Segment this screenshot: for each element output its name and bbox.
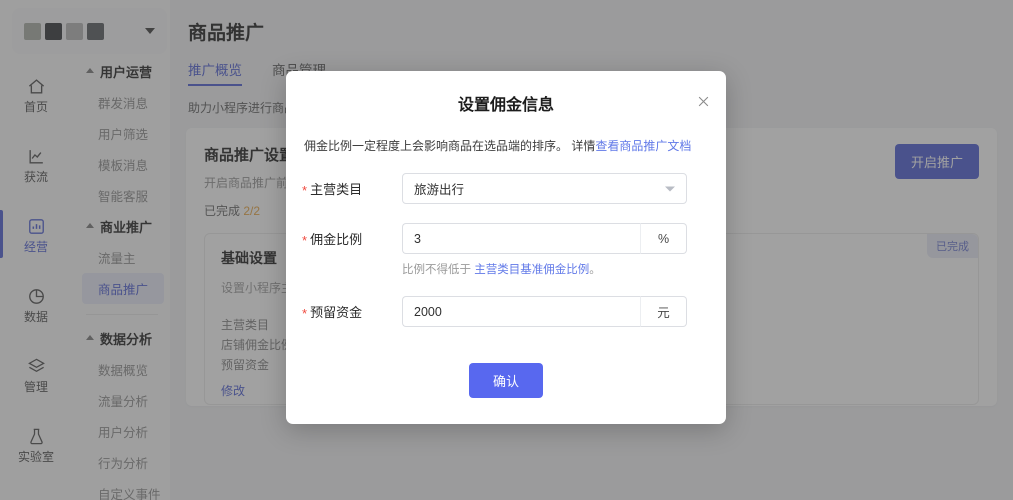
field-label-main-category: * 主营类目: [302, 179, 402, 198]
hint-prefix: 比例不得低于: [402, 264, 475, 276]
commission-rate-hint: 比例不得低于 主营类目基准佣金比例。: [402, 261, 726, 277]
dialog-footer: 确认: [286, 363, 726, 398]
required-star-icon: *: [302, 182, 308, 198]
required-star-icon: *: [302, 232, 308, 248]
hint-suffix: 。: [589, 264, 601, 276]
reserved-funds-input[interactable]: 2000: [402, 296, 640, 327]
commission-settings-dialog: 设置佣金信息 佣金比例一定程度上会影响商品在选品端的排序。 详情查看商品推广文档…: [286, 71, 726, 424]
field-label-commission-rate: * 佣金比例: [302, 229, 402, 248]
field-control-main-category: 旅游出行: [402, 173, 687, 204]
dialog-note: 佣金比例一定程度上会影响商品在选品端的排序。 详情查看商品推广文档: [304, 137, 726, 154]
field-label-text: 预留资金: [310, 305, 363, 320]
commission-rate-input[interactable]: 3: [402, 223, 640, 254]
field-label-text: 主营类目: [310, 182, 363, 197]
field-control-commission-rate: 3 %: [402, 223, 687, 254]
required-star-icon: *: [302, 305, 308, 321]
field-row-main-category: * 主营类目 旅游出行: [302, 173, 726, 204]
doc-link[interactable]: 查看商品推广文档: [595, 139, 691, 153]
field-control-reserved-funds: 2000 元: [402, 296, 687, 327]
dialog-note-text: 佣金比例一定程度上会影响商品在选品端的排序。 详情: [304, 139, 596, 153]
dialog-title: 设置佣金信息: [457, 97, 554, 114]
field-row-reserved-funds: * 预留资金 2000 元: [302, 296, 726, 327]
main-category-select[interactable]: 旅游出行: [402, 173, 687, 204]
field-label-text: 佣金比例: [310, 232, 363, 247]
baseline-rate-link[interactable]: 主营类目基准佣金比例: [474, 264, 589, 276]
commission-rate-unit: %: [640, 223, 687, 254]
confirm-button[interactable]: 确认: [468, 363, 543, 398]
close-icon[interactable]: [694, 92, 712, 110]
chevron-down-icon[interactable]: [665, 186, 675, 191]
reserved-funds-unit: 元: [640, 296, 687, 327]
field-label-reserved-funds: * 预留资金: [302, 302, 402, 321]
field-row-commission-rate: * 佣金比例 3 %: [302, 223, 726, 254]
